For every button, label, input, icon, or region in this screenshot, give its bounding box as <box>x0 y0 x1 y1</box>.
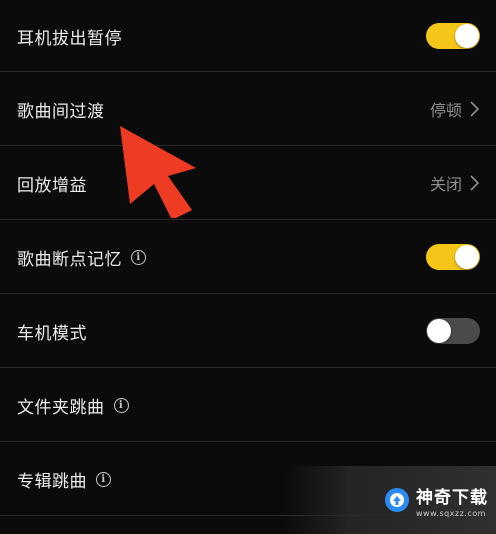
setting-row-song-transition[interactable]: 歌曲间过渡 停顿 <box>0 72 496 146</box>
watermark-text: 神奇下载 www.sqxzz.com <box>416 483 488 518</box>
setting-row-folder-skip[interactable]: 文件夹跳曲 i <box>0 368 496 442</box>
watermark: 神奇下载 www.sqxzz.com <box>284 466 496 534</box>
car-mode-toggle[interactable] <box>426 318 480 344</box>
toggle-knob <box>455 245 479 269</box>
setting-label-wrap: 专辑跳曲 i <box>17 467 111 492</box>
setting-label: 耳机拔出暂停 <box>17 28 122 49</box>
setting-label-wrap: 文件夹跳曲 i <box>17 393 129 418</box>
settings-list: 耳机拔出暂停 歌曲间过渡 停顿 回放增益 关闭 歌曲断点记忆 i 车机模式 文件… <box>0 0 496 516</box>
setting-label: 车机模式 <box>17 323 87 344</box>
setting-control: 停顿 <box>430 97 479 121</box>
setting-control: 关闭 <box>430 171 479 195</box>
annotation-arrow-icon <box>120 126 196 218</box>
setting-value: 关闭 <box>429 175 462 194</box>
setting-label: 歌曲间过渡 <box>17 101 105 122</box>
setting-row-replay-gain[interactable]: 回放增益 关闭 <box>0 146 496 220</box>
setting-control <box>426 244 480 270</box>
download-logo-icon <box>385 488 409 512</box>
setting-label: 文件夹跳曲 <box>17 397 105 418</box>
headphone-pause-toggle[interactable] <box>426 23 480 49</box>
setting-row-resume-playback[interactable]: 歌曲断点记忆 i <box>0 220 496 294</box>
setting-label: 歌曲断点记忆 <box>17 249 122 270</box>
setting-label: 专辑跳曲 <box>17 471 87 492</box>
watermark-url: www.sqxzz.com <box>416 508 486 518</box>
setting-label: 回放增益 <box>17 175 87 196</box>
info-icon[interactable]: i <box>131 249 146 265</box>
setting-value: 停顿 <box>429 101 462 120</box>
watermark-brand: 神奇下载 <box>416 487 488 508</box>
setting-label-wrap: 歌曲断点记忆 i <box>17 245 146 270</box>
toggle-knob <box>427 319 451 343</box>
toggle-knob <box>455 24 479 48</box>
setting-control <box>426 23 480 49</box>
info-icon[interactable]: i <box>113 397 129 413</box>
setting-control <box>426 318 480 344</box>
info-icon[interactable]: i <box>96 471 111 487</box>
setting-row-headphone-pause[interactable]: 耳机拔出暂停 <box>0 0 496 72</box>
chevron-right-icon <box>470 101 479 117</box>
resume-playback-toggle[interactable] <box>426 244 480 270</box>
setting-row-car-mode[interactable]: 车机模式 <box>0 294 496 368</box>
chevron-right-icon <box>470 175 479 191</box>
